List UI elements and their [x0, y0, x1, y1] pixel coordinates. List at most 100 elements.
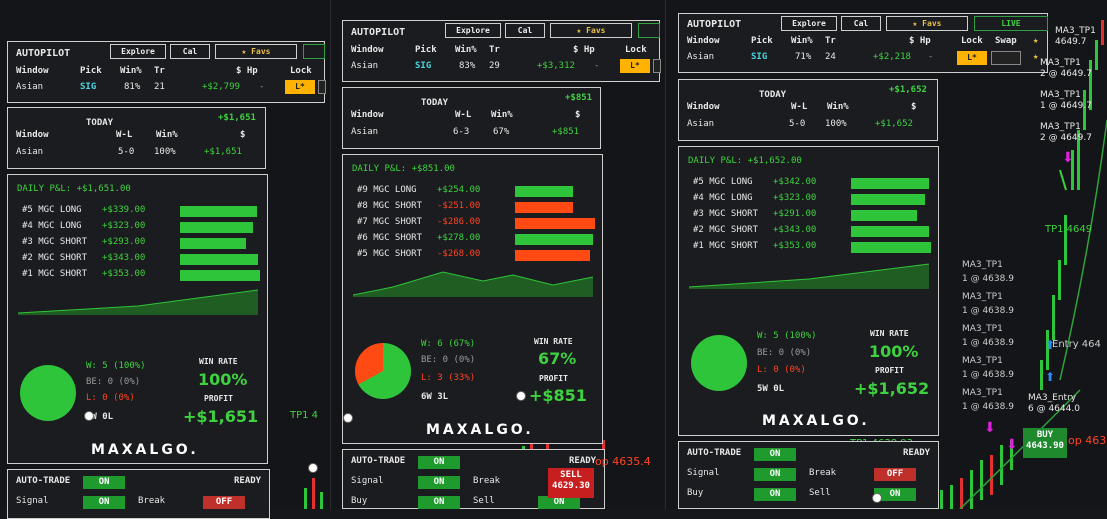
col-window: Window	[687, 36, 720, 46]
swap-toggle[interactable]	[653, 59, 661, 73]
cal-button[interactable]: Cal	[170, 44, 210, 59]
today-col-window: Window	[351, 110, 384, 120]
row-hp: +$2,218	[873, 52, 911, 62]
today-col-window: Window	[16, 130, 49, 140]
row-pick: SIG	[751, 52, 768, 62]
row-tr: 29	[489, 61, 500, 71]
today-col-winpct: Win%	[827, 102, 849, 112]
row-pick: SIG	[80, 82, 97, 92]
explore-button[interactable]: Explore	[110, 44, 166, 59]
auto-trade-toggle[interactable]: ON	[418, 456, 460, 469]
lock-toggle[interactable]: L*	[285, 80, 315, 94]
profit-label: PROFIT	[539, 374, 568, 383]
row-winpct: 71%	[795, 52, 812, 62]
win-pie	[20, 365, 76, 421]
drag-handle[interactable]	[343, 413, 353, 423]
trade-bar	[851, 210, 917, 221]
signal-toggle[interactable]: ON	[83, 496, 125, 509]
live-button[interactable]	[303, 44, 325, 59]
today-col-wl: W-L	[116, 130, 133, 140]
today-panel: TODAY +$851 Window W-L Win% $ Asian 6-3 …	[342, 87, 601, 149]
ma3-tp1-value: 4649.7	[1055, 37, 1087, 47]
row-window: Asian	[351, 61, 379, 71]
live-button[interactable]: LIVE	[974, 16, 1048, 31]
trade-label: #4 MGC LONG	[22, 221, 82, 231]
trade-bar	[180, 206, 257, 217]
break-toggle[interactable]: OFF	[874, 468, 916, 481]
trade-label: #8 MGC SHORT	[357, 201, 423, 211]
stop-line-label: op 4635.4	[595, 455, 651, 468]
explore-button[interactable]: Explore	[781, 16, 837, 31]
lock-toggle[interactable]: L*	[957, 51, 987, 65]
col-pick: Pick	[80, 66, 102, 76]
autopilot-title: AUTOPILOT	[351, 27, 406, 38]
daily-pnl-panel: DAILY P&L: +$1,652.00 #5 MGC LONG +$342.0…	[678, 146, 939, 436]
row-tr: 24	[825, 52, 836, 62]
star-icon[interactable]: ★	[1033, 36, 1038, 46]
buy-order-tag[interactable]: BUY 4643.90	[1023, 428, 1067, 458]
cal-button[interactable]: Cal	[505, 23, 545, 38]
row-dash: -	[259, 82, 265, 92]
profit-value: +$851	[529, 386, 587, 405]
col-tr: Tr	[154, 66, 165, 76]
ma3-tp1-value: 1 @ 4638.9	[962, 402, 1014, 412]
swap-toggle[interactable]	[991, 51, 1021, 65]
break-toggle[interactable]: OFF	[203, 496, 245, 509]
ma3-tp1-value: 1 @ 4649.7	[1040, 101, 1092, 111]
lock-toggle[interactable]: L*	[620, 59, 650, 73]
be-stat: BE: 0 (0%)	[421, 355, 476, 365]
trade-value: +$353.00	[102, 269, 146, 279]
ma3-tp1-label: MA3_TP1 1 @ 4649.7	[1040, 90, 1092, 112]
ma3-tp1-name: MA3_TP1	[962, 260, 1003, 270]
trade-bar	[180, 270, 260, 281]
ma3-tp1-name: MA3_TP1	[962, 292, 1003, 302]
trade-value: +$291.00	[773, 209, 817, 219]
today-total: +$851	[565, 93, 593, 103]
col-lock: Lock	[625, 45, 647, 55]
ma3-tp1-label: MA3_TP1 1 @ 4638.9	[962, 386, 1014, 414]
arrow-up-icon: ⬆	[1045, 370, 1056, 384]
drag-handle[interactable]	[308, 463, 318, 473]
col-lock: Lock	[961, 36, 983, 46]
auto-trade-toggle[interactable]: ON	[83, 476, 125, 489]
today-title: TODAY	[421, 98, 449, 108]
live-button[interactable]	[638, 23, 660, 38]
drag-handle[interactable]	[516, 391, 526, 401]
daily-pnl-panel: DAILY P&L: +$1,651.00 #5 MGC LONG +$339.0…	[7, 174, 268, 464]
cal-button[interactable]: Cal	[841, 16, 881, 31]
today-row-wl: 5-0	[118, 147, 135, 157]
favs-button[interactable]: ★ Favs	[215, 44, 297, 59]
ma3-entry-name: MA3_Entry	[1028, 393, 1077, 403]
explore-button[interactable]: Explore	[445, 23, 501, 38]
swap-toggle[interactable]	[318, 80, 326, 94]
buy-toggle[interactable]: ON	[754, 488, 796, 501]
drag-handle[interactable]	[872, 493, 882, 503]
signal-label: Signal	[351, 476, 384, 486]
drag-handle[interactable]	[84, 411, 94, 421]
auto-trade-toggle[interactable]: ON	[754, 448, 796, 461]
trade-label: #1 MGC SHORT	[693, 241, 759, 251]
ma3-tp1-value: 1 @ 4638.9	[962, 306, 1014, 316]
today-row-window: Asian	[351, 127, 379, 137]
tp-line-label: TP1 4649	[1045, 224, 1093, 235]
trade-bar	[515, 250, 590, 261]
equity-sparkline	[353, 271, 593, 297]
arrow-down-icon: ⬇	[1006, 437, 1018, 453]
maxalgo-logo: MAXALGO.	[91, 442, 199, 458]
star-icon[interactable]: ★	[1033, 52, 1038, 62]
today-row-winpct: 100%	[154, 147, 176, 157]
favs-button[interactable]: ★ Favs	[886, 16, 968, 31]
ma3-tp1-value: 1 @ 4638.9	[962, 338, 1014, 348]
row-winpct: 81%	[124, 82, 141, 92]
signal-toggle[interactable]: ON	[754, 468, 796, 481]
signal-toggle[interactable]: ON	[418, 476, 460, 489]
ready-status: READY	[569, 456, 597, 466]
autopilot-panel: AUTOPILOT Explore Cal ★ Favs LIVE Window…	[678, 13, 1048, 73]
buy-toggle[interactable]: ON	[418, 496, 460, 509]
ma3-tp1-label: MA3_TP1 1 @ 4638.9	[962, 258, 1014, 286]
favs-button[interactable]: ★ Favs	[550, 23, 632, 38]
today-col-winpct: Win%	[491, 110, 513, 120]
ma3-tp1-value: 2 @ 4649.7	[1040, 133, 1092, 143]
ma3-tp1-value: 1 @ 4638.9	[962, 370, 1014, 380]
sell-order-tag[interactable]: SELL 4629.30	[548, 468, 594, 498]
